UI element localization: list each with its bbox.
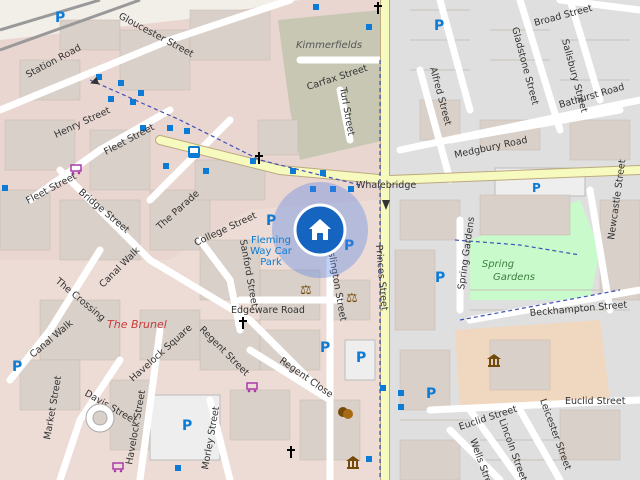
spring-gardens-label-2: Gardens xyxy=(493,272,535,283)
parking-icon[interactable]: P xyxy=(426,386,436,402)
parking-icon[interactable]: P xyxy=(182,418,192,434)
bus-stop-icon[interactable] xyxy=(188,146,200,158)
map-canvas[interactable]: Gloucester Street Station Road Henry Str… xyxy=(0,0,640,480)
parking-icon[interactable]: P xyxy=(356,350,366,366)
street-label: Whalebridge xyxy=(356,180,416,191)
street-label: Edgeware Road xyxy=(231,305,305,316)
parking-icon[interactable]: P xyxy=(532,181,541,195)
courthouse-icon[interactable]: ⚖ xyxy=(300,283,312,298)
fleming-label-3: Park xyxy=(260,257,282,268)
parking-icon[interactable]: P xyxy=(435,270,445,286)
spring-gardens-label-1: Spring xyxy=(482,259,514,270)
the-brunel-label[interactable]: The Brunel xyxy=(107,318,167,331)
roundabout xyxy=(85,403,115,433)
parking-icon[interactable]: P xyxy=(434,18,444,34)
kimmerfields-label: Kimmerfields xyxy=(296,40,362,51)
courthouse-icon[interactable]: ⚖ xyxy=(346,291,358,306)
location-marker[interactable] xyxy=(272,182,368,278)
street-label: Euclid Street xyxy=(565,396,626,407)
parking-icon[interactable]: P xyxy=(320,340,330,356)
fleming-label-1: Fleming xyxy=(251,235,291,246)
parking-icon[interactable]: P xyxy=(12,359,22,375)
fleming-label-2: Way Car xyxy=(250,246,293,257)
parking-icon[interactable]: P xyxy=(55,10,65,26)
